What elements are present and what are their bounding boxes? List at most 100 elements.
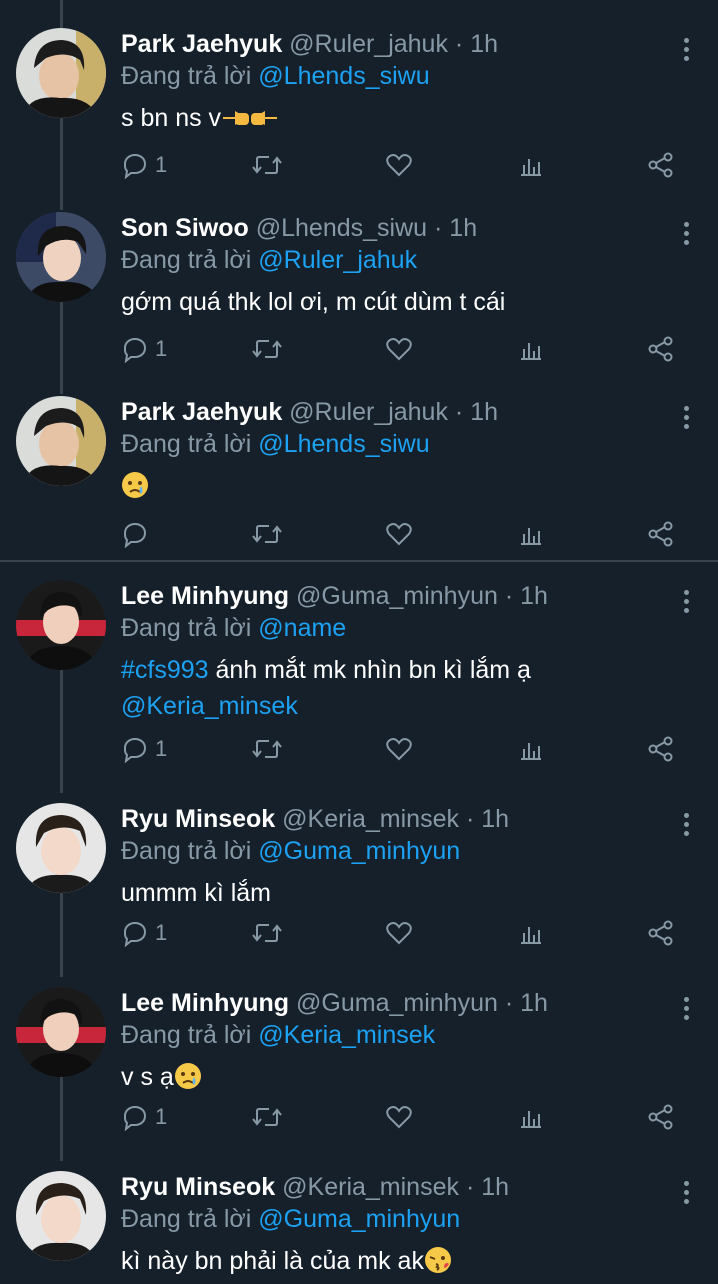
- more-options-icon[interactable]: [682, 997, 690, 1024]
- analytics-icon: [521, 159, 541, 176]
- avatar[interactable]: [16, 28, 106, 118]
- user-handle[interactable]: @Ruler_jahuk: [289, 398, 448, 426]
- share-button[interactable]: [647, 1097, 675, 1137]
- user-handle[interactable]: @Ruler_jahuk: [289, 30, 448, 58]
- reply-count: 1: [155, 1104, 168, 1129]
- timestamp[interactable]: · 1h: [466, 805, 509, 833]
- avatar[interactable]: [16, 803, 106, 893]
- tweet-action-bar: [121, 514, 681, 554]
- user-handle[interactable]: @Guma_minhyun: [296, 582, 498, 610]
- more-options-icon[interactable]: [682, 406, 690, 433]
- display-name[interactable]: Park Jaehyuk: [121, 398, 282, 426]
- more-options-icon[interactable]: [682, 222, 690, 249]
- like-button[interactable]: [385, 514, 413, 554]
- reply-button[interactable]: 1: [121, 913, 167, 953]
- avatar[interactable]: [16, 580, 106, 670]
- mention-link[interactable]: @Keria_minsek: [121, 692, 298, 720]
- timestamp[interactable]: · 1h: [434, 214, 477, 242]
- more-options-icon[interactable]: [682, 1181, 690, 1208]
- reply-mention[interactable]: @Lhends_siwu: [258, 430, 429, 458]
- retweet-button[interactable]: [251, 329, 283, 369]
- user-handle[interactable]: @Lhends_siwu: [256, 214, 427, 242]
- reply-button[interactable]: 1: [121, 145, 167, 185]
- retweet-icon: [252, 525, 282, 543]
- hashtag-link[interactable]: #cfs993: [121, 656, 209, 684]
- retweet-icon: [252, 156, 282, 174]
- reply-count: 1: [155, 152, 168, 177]
- crying-face-emoji: [121, 471, 149, 509]
- timestamp[interactable]: · 1h: [455, 30, 498, 58]
- display-name[interactable]: Park Jaehyuk: [121, 30, 282, 58]
- reply-mention[interactable]: @Guma_minhyun: [258, 837, 460, 865]
- reply-icon: [123, 522, 147, 548]
- like-button[interactable]: [385, 1097, 413, 1137]
- reply-mention[interactable]: @Keria_minsek: [258, 1021, 435, 1049]
- tweet-text: gớm quá thk lol ơi, m cút dùm t cái: [121, 288, 506, 316]
- reply-button[interactable]: [121, 514, 149, 554]
- avatar[interactable]: [16, 212, 106, 302]
- retweet-button[interactable]: [251, 913, 283, 953]
- user-handle[interactable]: @Guma_minhyun: [296, 989, 498, 1017]
- analytics-button[interactable]: [517, 145, 545, 185]
- like-button[interactable]: [385, 329, 413, 369]
- reply-icon: [123, 337, 147, 363]
- analytics-button[interactable]: [517, 913, 545, 953]
- reply-mention[interactable]: @Ruler_jahuk: [258, 246, 417, 274]
- timestamp[interactable]: · 1h: [505, 989, 548, 1017]
- reply-button[interactable]: 1: [121, 1097, 167, 1137]
- display-name[interactable]: Lee Minhyung: [121, 582, 289, 610]
- more-options-icon[interactable]: [682, 590, 690, 617]
- timestamp[interactable]: · 1h: [455, 398, 498, 426]
- analytics-button[interactable]: [517, 329, 545, 369]
- reply-icon: [123, 153, 147, 179]
- avatar[interactable]: [16, 1171, 106, 1261]
- like-button[interactable]: [385, 729, 413, 769]
- display-name[interactable]: Son Siwoo: [121, 214, 249, 242]
- user-handle[interactable]: @Keria_minsek: [282, 1173, 459, 1201]
- reply-prefix: Đang trả lời: [121, 837, 252, 865]
- user-handle[interactable]: @Keria_minsek: [282, 805, 459, 833]
- avatar[interactable]: [16, 987, 106, 1077]
- reply-mention[interactable]: @name: [258, 614, 346, 642]
- share-button[interactable]: [647, 514, 675, 554]
- tweet[interactable]: Ryu Minseok @Keria_minsek · 1h Đang trả …: [0, 1151, 718, 1277]
- avatar[interactable]: [16, 396, 106, 486]
- timestamp[interactable]: · 1h: [505, 582, 548, 610]
- tweet-text: kì này bn phải là của mk ak: [121, 1247, 424, 1275]
- share-button[interactable]: [647, 729, 675, 769]
- heart-icon: [386, 738, 412, 761]
- heart-icon: [386, 154, 412, 177]
- tweet-action-bar: 1: [121, 145, 681, 185]
- reply-button[interactable]: 1: [121, 729, 167, 769]
- display-name[interactable]: Ryu Minseok: [121, 1173, 275, 1201]
- reply-icon: [123, 737, 147, 763]
- retweet-button[interactable]: [251, 729, 283, 769]
- reply-mention[interactable]: @Guma_minhyun: [258, 1205, 460, 1233]
- reply-count: 1: [155, 336, 168, 361]
- analytics-button[interactable]: [517, 729, 545, 769]
- share-button[interactable]: [647, 329, 675, 369]
- share-button[interactable]: [647, 145, 675, 185]
- retweet-button[interactable]: [251, 1097, 283, 1137]
- retweet-button[interactable]: [251, 514, 283, 554]
- reply-button[interactable]: 1: [121, 329, 167, 369]
- display-name[interactable]: Ryu Minseok: [121, 805, 275, 833]
- reply-prefix: Đang trả lời: [121, 62, 252, 90]
- reply-prefix: Đang trả lời: [121, 1205, 252, 1233]
- timestamp[interactable]: · 1h: [466, 1173, 509, 1201]
- like-button[interactable]: [385, 145, 413, 185]
- retweet-icon: [252, 924, 282, 942]
- share-icon: [648, 736, 673, 762]
- more-options-icon[interactable]: [682, 813, 690, 840]
- share-button[interactable]: [647, 913, 675, 953]
- retweet-button[interactable]: [251, 145, 283, 185]
- more-options-icon[interactable]: [682, 38, 690, 65]
- heart-icon: [386, 1106, 412, 1129]
- analytics-button[interactable]: [517, 514, 545, 554]
- tweet-action-bar: 1: [121, 1097, 681, 1137]
- reply-prefix: Đang trả lời: [121, 614, 252, 642]
- reply-mention[interactable]: @Lhends_siwu: [258, 62, 429, 90]
- display-name[interactable]: Lee Minhyung: [121, 989, 289, 1017]
- like-button[interactable]: [385, 913, 413, 953]
- analytics-button[interactable]: [517, 1097, 545, 1137]
